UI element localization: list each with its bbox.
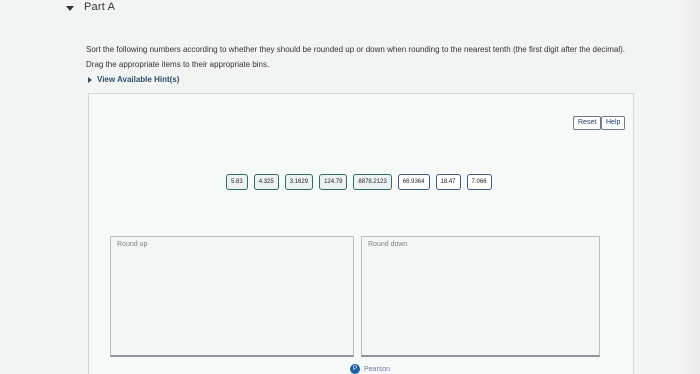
draggable-items: 5.83 4.325 3.1629 124.79 8878.2123 66.93… bbox=[226, 174, 492, 190]
instruction-subtext: Drag the appropriate items to their appr… bbox=[86, 60, 270, 69]
round-down-bin-label: Round down bbox=[368, 241, 408, 248]
drag-drop-workspace: Reset Help 5.83 4.325 3.1629 124.79 8878… bbox=[88, 93, 634, 374]
part-title: Part A bbox=[84, 1, 116, 13]
draggable-item[interactable]: 18.47 bbox=[435, 174, 461, 190]
collapse-caret-icon[interactable] bbox=[66, 5, 74, 11]
round-down-bin[interactable]: Round down bbox=[361, 236, 600, 357]
view-hints-link[interactable]: View Available Hint(s) bbox=[88, 75, 179, 84]
round-up-bin-label: Round up bbox=[117, 241, 148, 248]
pearson-brand: P Pearson bbox=[350, 364, 390, 374]
window-edge bbox=[682, 0, 700, 374]
draggable-item[interactable]: 7.066 bbox=[466, 174, 492, 190]
pearson-brand-label: Pearson bbox=[364, 365, 391, 373]
reset-button[interactable]: Reset bbox=[573, 116, 602, 130]
view-hints-label: View Available Hint(s) bbox=[97, 75, 180, 84]
expand-triangle-icon bbox=[88, 76, 92, 83]
part-header[interactable]: Part A bbox=[66, 0, 115, 14]
draggable-item[interactable]: 8878.2123 bbox=[353, 174, 392, 190]
instructions: Sort the following numbers according to … bbox=[86, 44, 666, 71]
draggable-item[interactable]: 5.83 bbox=[226, 174, 248, 190]
draggable-item[interactable]: 124.79 bbox=[319, 174, 348, 190]
draggable-item[interactable]: 3.1629 bbox=[284, 174, 314, 190]
round-up-bin[interactable]: Round up bbox=[110, 236, 354, 357]
draggable-item[interactable]: 66.9364 bbox=[397, 174, 430, 190]
instruction-text: Sort the following numbers according to … bbox=[86, 45, 625, 54]
pearson-logo-icon: P bbox=[350, 364, 360, 374]
draggable-item[interactable]: 4.325 bbox=[253, 174, 279, 190]
help-button[interactable]: Help bbox=[601, 116, 626, 130]
